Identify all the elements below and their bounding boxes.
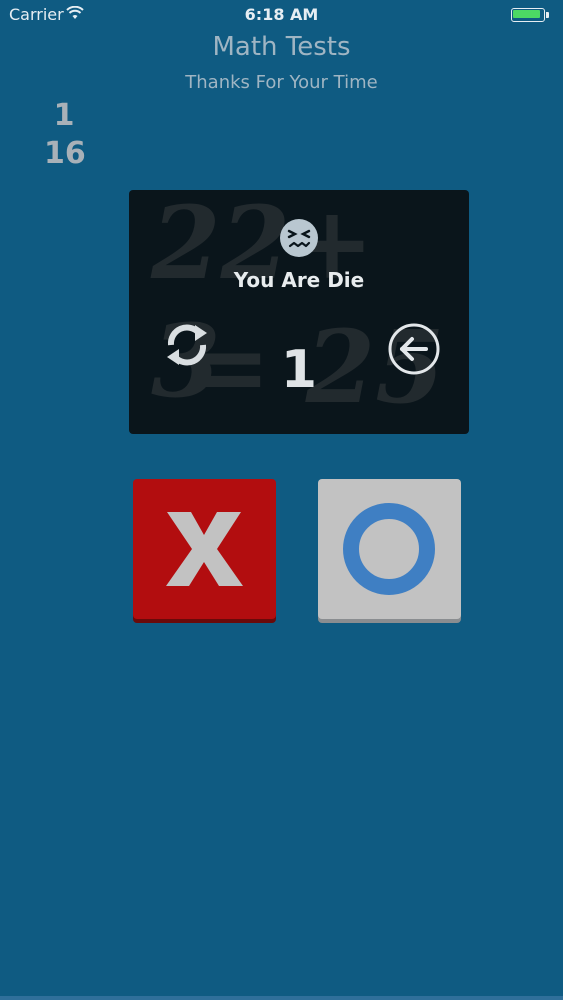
total-score: 16: [44, 136, 86, 171]
current-score: 1: [53, 98, 75, 133]
right-answer-button[interactable]: [318, 479, 461, 619]
clock: 6:18 AM: [244, 5, 319, 24]
wrong-answer-button[interactable]: [133, 479, 276, 619]
back-arrow-icon[interactable]: [386, 321, 442, 377]
page-subtitle: Thanks For Your Time: [185, 72, 378, 93]
o-icon: [343, 503, 435, 595]
confounded-face-icon: [279, 218, 319, 258]
page-title: Math Tests: [212, 32, 351, 62]
final-score: 1: [280, 340, 318, 400]
refresh-icon[interactable]: [159, 317, 215, 373]
battery-icon: [511, 8, 551, 22]
game-over-message: You Are Die: [233, 268, 365, 292]
x-icon: [166, 512, 243, 586]
status-bar: Carrier 6:18 AM: [0, 0, 563, 30]
game-over-panel: 22+ 3 = 25 You Are Die 1: [129, 190, 469, 434]
bottom-divider: [0, 996, 563, 1000]
